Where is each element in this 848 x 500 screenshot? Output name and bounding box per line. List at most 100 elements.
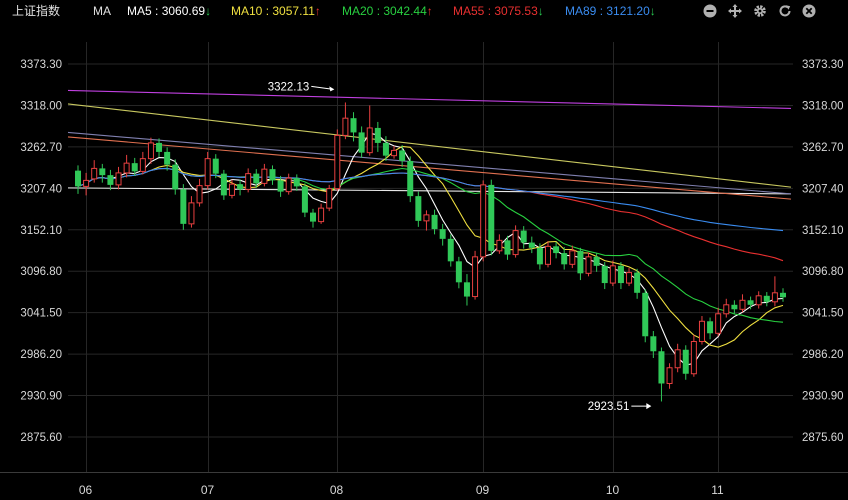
- candlestick-chart[interactable]: 3373.30 3373.30 3318.00 3318.00 3262.70 3262.…: [0, 22, 848, 500]
- refresh-icon[interactable]: [777, 3, 793, 19]
- candle-body: [374, 127, 381, 143]
- candle-11: [164, 147, 171, 171]
- y-tick-label-right: 3262.70: [802, 142, 844, 154]
- candle-body: [723, 304, 730, 315]
- candle-52: [496, 234, 503, 254]
- ma10-arrow-icon: ↑: [314, 4, 321, 18]
- candle-4: [107, 169, 114, 191]
- candle-79: [715, 307, 722, 337]
- candle-14: [188, 196, 195, 228]
- candle-51: [488, 179, 495, 256]
- candle-80: [723, 298, 730, 318]
- candle-66: [609, 260, 616, 287]
- candle-body: [326, 188, 333, 209]
- candle-body: [131, 163, 138, 172]
- high-annotation: 3322.13: [268, 81, 310, 93]
- ma55-readout: MA55 : 3075.53↓: [453, 4, 544, 18]
- candle-body: [553, 246, 560, 254]
- candle-16: [204, 151, 211, 190]
- candle-body: [261, 168, 268, 184]
- candle-body: [707, 321, 714, 334]
- y-tick-label-left: 3041.50: [20, 308, 62, 320]
- candle-5: [115, 166, 122, 190]
- candle-body: [690, 341, 697, 375]
- candle-37: [374, 121, 381, 152]
- candle-body: [463, 282, 470, 297]
- candle-35: [358, 126, 365, 158]
- candle-17: [212, 154, 219, 179]
- y-tick-label-right: 2930.90: [802, 391, 844, 403]
- candle-body: [285, 177, 292, 193]
- candle-body: [593, 256, 600, 266]
- candle-body: [455, 261, 462, 283]
- y-tick-label-left: 3152.10: [20, 225, 62, 237]
- candle-15: [196, 178, 203, 207]
- candle-body: [771, 292, 778, 303]
- candle-body: [382, 142, 389, 156]
- candle-body: [342, 117, 349, 136]
- y-tick-label-right: 2875.60: [802, 432, 844, 444]
- candle-body: [488, 184, 495, 251]
- minus-circle-icon[interactable]: [702, 3, 718, 19]
- candle-45: [439, 223, 446, 246]
- candle-36: [366, 105, 373, 156]
- candle-body: [156, 142, 163, 152]
- gear-icon[interactable]: [752, 3, 768, 19]
- candle-body: [366, 127, 373, 154]
- candle-body: [577, 250, 584, 274]
- ma89-value: 3121.20: [606, 4, 650, 18]
- low-arrow-head: [646, 403, 652, 410]
- ma5-label: MA5: [127, 4, 152, 18]
- high-arrow-head: [329, 86, 335, 92]
- candle-31: [326, 184, 333, 212]
- candle-30: [318, 203, 325, 224]
- candle-83: [747, 296, 754, 310]
- y-tick-label-left: 3096.80: [20, 266, 62, 278]
- candle-74: [674, 343, 681, 373]
- candle-body: [715, 313, 722, 334]
- candle-body: [399, 150, 406, 161]
- close-icon[interactable]: [801, 3, 817, 19]
- move-icon[interactable]: [727, 3, 743, 19]
- y-tick-label-right: 3152.10: [802, 225, 844, 237]
- candle-82: [739, 294, 746, 313]
- x-tick-label: 06: [79, 483, 93, 497]
- candle-65: [601, 262, 608, 290]
- x-tick-label: 07: [201, 483, 215, 497]
- candle-60: [561, 247, 568, 270]
- candle-body: [480, 184, 487, 258]
- candle-body: [107, 175, 114, 185]
- candle-40: [399, 145, 406, 167]
- candle-41: [407, 156, 414, 203]
- candle-78: [707, 317, 714, 340]
- y-tick-label-left: 2986.20: [20, 349, 62, 361]
- candle-body: [642, 292, 649, 337]
- candle-body: [407, 160, 414, 197]
- x-tick-label: 08: [330, 483, 344, 497]
- y-tick-label-left: 3262.70: [20, 142, 62, 154]
- candle-body: [763, 295, 770, 302]
- candle-67: [617, 262, 624, 290]
- indicator-name[interactable]: MA: [93, 0, 111, 22]
- candle-body: [545, 245, 551, 265]
- candle-body: [318, 207, 325, 223]
- index-name[interactable]: 上证指数: [12, 0, 60, 22]
- candle-body: [220, 173, 227, 196]
- candle-body: [196, 185, 203, 204]
- x-tick-label: 10: [606, 483, 620, 497]
- candle-body: [755, 295, 762, 306]
- candle-50: [480, 180, 487, 262]
- candle-69: [634, 268, 641, 299]
- candle-body: [674, 349, 681, 369]
- candle-body: [277, 180, 284, 192]
- candle-body: [253, 173, 260, 184]
- candle-39: [391, 145, 398, 159]
- ma20-value: 3042.44: [383, 4, 427, 18]
- candle-73: [666, 363, 673, 389]
- ma5-arrow-icon: ↓: [205, 4, 212, 18]
- candle-body: [172, 164, 179, 190]
- y-tick-label-right: 3096.80: [802, 266, 844, 278]
- candle-body: [650, 336, 657, 352]
- candle-body: [91, 167, 98, 180]
- candle-body: [512, 230, 519, 256]
